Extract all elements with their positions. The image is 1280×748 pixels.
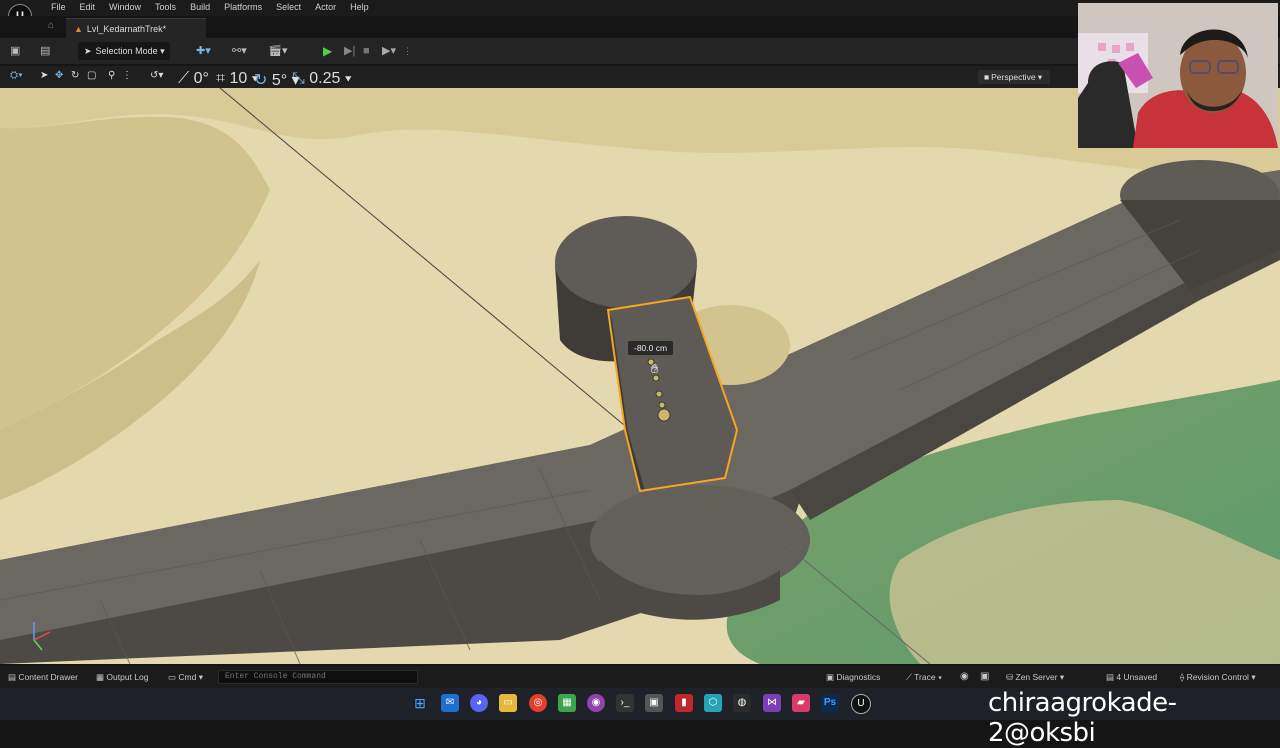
unreal-taskbar-icon[interactable]: U	[851, 694, 871, 714]
translate-tool-icon[interactable]: ✥	[55, 70, 63, 81]
play-button[interactable]: ▶	[323, 42, 337, 60]
spreadsheet-icon[interactable]: ▦	[558, 694, 576, 712]
grid-size-toggle[interactable]: ⌗ 10 ▾	[216, 70, 258, 88]
console-command-input[interactable]	[218, 670, 418, 684]
trace-label: Trace	[914, 672, 936, 682]
stop-icon[interactable]: ■	[363, 42, 375, 60]
view-mode-label: Perspective	[991, 72, 1036, 82]
photoshop-icon[interactable]: Ps	[821, 694, 839, 712]
revision-control-icon: ⟠	[1180, 672, 1185, 682]
level-icon: ▲	[74, 24, 83, 34]
screenshot-icon[interactable]: ▣	[980, 671, 989, 682]
blueprint-icon[interactable]: ⚯▾	[232, 42, 256, 60]
content-drawer-icon: ▤	[8, 672, 17, 682]
rotate-tool-icon[interactable]: ↻	[71, 70, 79, 81]
output-log-button[interactable]: ▦ Output Log	[96, 672, 148, 683]
distance-tooltip: -80.0 cm	[628, 341, 674, 355]
zen-server-label: Zen Server	[1015, 672, 1058, 682]
scale-snap-icon: ⤡	[292, 70, 305, 87]
level-tab[interactable]: ▲ Lvl_KedarnathTrek*	[66, 18, 206, 38]
stream-overlay-text: chiraagrokade-2@oksbi	[988, 688, 1177, 748]
menu-file[interactable]: File	[44, 1, 73, 13]
teal-app-icon[interactable]: ⬡	[704, 694, 722, 712]
revision-control-label: Revision Control	[1186, 672, 1249, 682]
webcam-image	[1078, 3, 1278, 148]
trace-dropdown[interactable]: ⟋ Trace ▾	[906, 672, 942, 683]
level-tab-title: Lvl_KedarnathTrek*	[86, 24, 167, 34]
zen-server-dropdown[interactable]: ⛁ Zen Server ▾	[1006, 672, 1064, 683]
windows-start-icon[interactable]: ⊞	[411, 694, 429, 712]
menu-window[interactable]: Window	[102, 1, 148, 13]
grid-snap-icon: ⟋	[178, 70, 190, 87]
diagnostics-button[interactable]: ▣ Diagnostics	[826, 672, 880, 683]
scale-tool-icon[interactable]: ▢	[87, 70, 96, 81]
app-window-icon[interactable]: ▣	[645, 694, 663, 712]
grid-snap-value: 10	[229, 70, 248, 87]
content-browser-icon[interactable]: ▤	[40, 42, 54, 60]
viewport-options-icon[interactable]: ⛭▾	[10, 70, 23, 81]
chrome-icon[interactable]: ◎	[529, 694, 547, 712]
cmd-label: Cmd	[178, 672, 197, 682]
diagnostics-icon: ▣	[826, 672, 835, 682]
grid-snap-toggle[interactable]: ⟋ 0°	[178, 70, 209, 88]
diagnostics-label: Diagnostics	[836, 672, 881, 682]
github-icon[interactable]: ◉	[587, 694, 605, 712]
output-log-label: Output Log	[106, 672, 149, 682]
scale-snap-toggle[interactable]: ⤡ 0.25 ▾	[292, 70, 352, 88]
revision-control-dropdown[interactable]: ⟠ Revision Control ▾	[1180, 672, 1256, 683]
visual-studio-icon[interactable]: ⋈	[763, 694, 781, 712]
content-drawer-label: Content Drawer	[18, 672, 78, 682]
selection-mode-dropdown[interactable]: ➤ Selection Mode ▾	[78, 42, 170, 60]
surface-snap-icon[interactable]: ↺▾	[150, 70, 163, 81]
save-icon[interactable]: ▣	[10, 42, 24, 60]
coordinate-space-icon[interactable]: ⚲	[108, 70, 115, 81]
zen-server-icon: ⛁	[1006, 672, 1014, 682]
main-menu: File Edit Window Tools Build Platforms S…	[44, 1, 376, 13]
red-app-icon[interactable]: ▮	[675, 694, 693, 712]
hand-cursor-icon: ✋︎	[651, 361, 659, 376]
grid-icon: ⌗	[216, 70, 226, 87]
step-icon[interactable]: ▶|	[344, 42, 358, 60]
unsaved-icon: ▤	[1106, 672, 1115, 682]
ide-icon[interactable]: ▰	[792, 694, 810, 712]
outlook-icon[interactable]: ✉	[441, 694, 459, 712]
launch-icon[interactable]: ▶▾	[382, 42, 396, 60]
menu-select[interactable]: Select	[269, 1, 308, 13]
record-icon[interactable]: ◉	[960, 671, 969, 682]
content-drawer-button[interactable]: ▤ Content Drawer	[8, 672, 78, 683]
level-viewport[interactable]: ✋︎	[0, 88, 1280, 664]
cinematics-icon[interactable]: 🎬︎▾	[268, 42, 292, 60]
menu-help[interactable]: Help	[343, 1, 376, 13]
select-tool-icon[interactable]: ➤	[40, 70, 48, 81]
angle-snap-value: 5°	[271, 72, 288, 89]
menu-edit[interactable]: Edit	[73, 1, 103, 13]
more-options-icon[interactable]: ⋮	[403, 42, 412, 60]
menu-tools[interactable]: Tools	[148, 1, 183, 13]
selection-mode-label: Selection Mode	[95, 46, 158, 56]
cmd-dropdown[interactable]: ▭ Cmd ▾	[168, 672, 203, 683]
angle-icon: ↻	[254, 72, 268, 89]
terminal-icon[interactable]: ›_	[616, 694, 634, 712]
scale-snap-value: 0.25	[309, 70, 341, 87]
menu-build[interactable]: Build	[183, 1, 217, 13]
scene-render	[0, 88, 1280, 664]
trace-icon: ⟋	[906, 672, 912, 682]
more-tools-icon[interactable]: ⋮	[122, 70, 132, 81]
home-icon[interactable]: ⌂	[48, 20, 54, 31]
rotation-snap-value: 0°	[193, 70, 209, 87]
webcam-overlay	[1078, 3, 1278, 148]
discord-icon[interactable]: ◕	[470, 694, 488, 712]
unsaved-button[interactable]: ▤ 4 Unsaved	[1106, 672, 1157, 683]
file-explorer-icon[interactable]: ▭	[499, 694, 517, 712]
unsaved-label: 4 Unsaved	[1116, 672, 1158, 682]
output-log-icon: ▦	[96, 672, 105, 682]
cmd-icon: ▭	[168, 672, 177, 682]
view-mode-dropdown[interactable]: ■ Perspective ▾	[978, 70, 1050, 84]
add-actor-icon[interactable]: ✚▾	[196, 42, 218, 60]
obs-icon[interactable]: ◍	[733, 694, 751, 712]
menu-actor[interactable]: Actor	[308, 1, 343, 13]
menu-platforms[interactable]: Platforms	[217, 1, 269, 13]
